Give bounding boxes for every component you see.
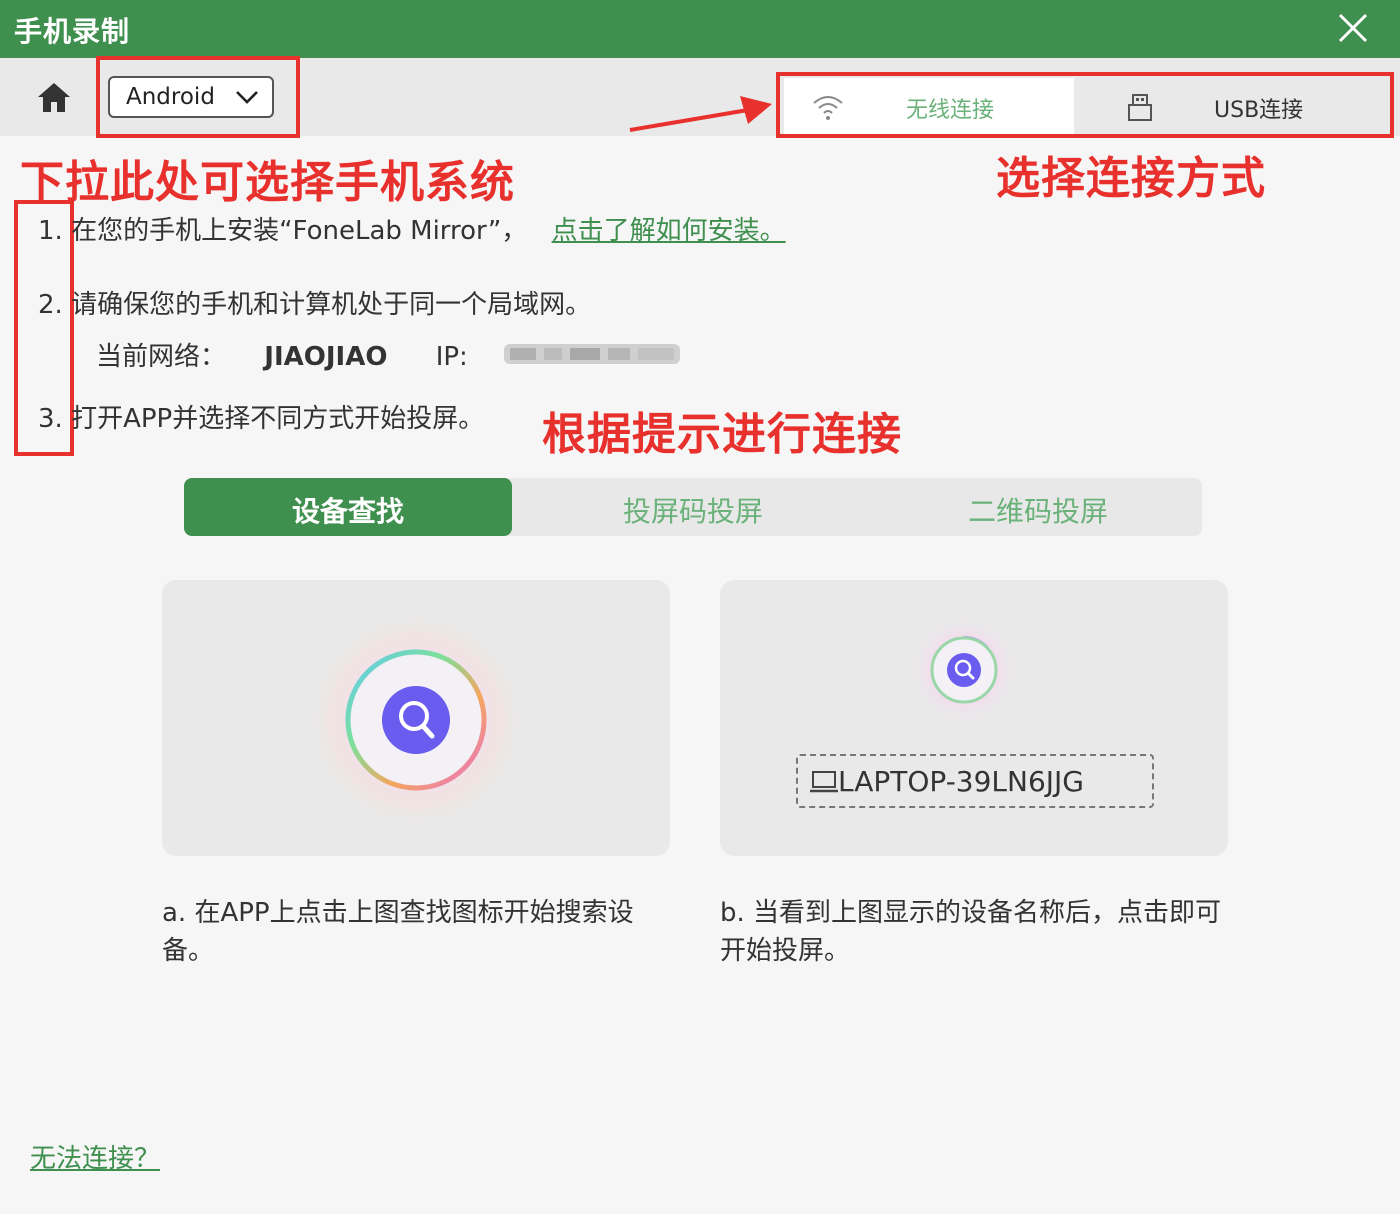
step-1: 1. 在您的手机上安装“FoneLab Mirror”， 点击了解如何安装。: [38, 210, 786, 247]
caption-a: a. 在APP上点击上图查找图标开始搜索设备。: [162, 898, 634, 966]
os-highlight-box: [96, 56, 300, 138]
step-2: 2. 请确保您的手机和计算机处于同一个局域网。: [38, 284, 591, 321]
step-1-number: 1.: [38, 216, 63, 246]
close-icon[interactable]: [1336, 11, 1370, 45]
search-glow-small-icon: [908, 614, 1020, 726]
step-1-text: 在您的手机上安装“FoneLab Mirror”，: [71, 216, 528, 246]
tab-qr-code[interactable]: 二维码投屏: [874, 478, 1202, 536]
search-glow-icon[interactable]: [306, 610, 526, 830]
device-card: LAPTOP-39LN6JJG: [720, 580, 1228, 856]
laptop-icon: [810, 771, 838, 793]
network-name: JIAOJIAO: [264, 342, 388, 372]
search-card: [162, 580, 670, 856]
ip-label: IP:: [435, 342, 468, 372]
device-name-entry[interactable]: LAPTOP-39LN6JJG: [796, 754, 1154, 808]
caption-b: b. 当看到上图显示的设备名称后，点击即可开始投屏。: [720, 898, 1222, 966]
connection-hint-text: 选择连接方式: [996, 153, 1266, 204]
step-3: 3. 打开APP并选择不同方式开始投屏。: [38, 398, 484, 435]
step-3-text: 打开APP并选择不同方式开始投屏。: [71, 404, 485, 434]
connection-highlight-box: [776, 72, 1394, 138]
cannot-connect-link[interactable]: 无法连接？: [30, 1138, 160, 1175]
arrow-icon: [629, 96, 772, 132]
home-icon[interactable]: [36, 80, 72, 114]
network-label: 当前网络：: [96, 342, 227, 372]
tab-device-search[interactable]: 设备查找: [184, 478, 512, 536]
install-help-link[interactable]: 点击了解如何安装。: [552, 216, 786, 246]
step-2-number: 2.: [38, 290, 63, 320]
device-name-label: LAPTOP-39LN6JJG: [838, 765, 1084, 798]
step-2-text: 请确保您的手机和计算机处于同一个局域网。: [71, 290, 592, 320]
window-title: 手机录制: [14, 15, 131, 48]
steps-hint-text: 根据提示进行连接: [542, 409, 902, 460]
os-hint-text: 下拉此处可选择手机系统: [20, 157, 515, 208]
step-3-number: 3.: [38, 404, 63, 434]
tab-cast-code[interactable]: 投屏码投屏: [529, 478, 857, 536]
mode-tabs: 设备查找 投屏码投屏 二维码投屏: [184, 478, 1202, 536]
network-info: 当前网络： JIAOJIAO IP:: [96, 336, 468, 373]
ip-redacted-blur: [504, 344, 680, 364]
title-bar: 手机录制: [0, 0, 1400, 58]
